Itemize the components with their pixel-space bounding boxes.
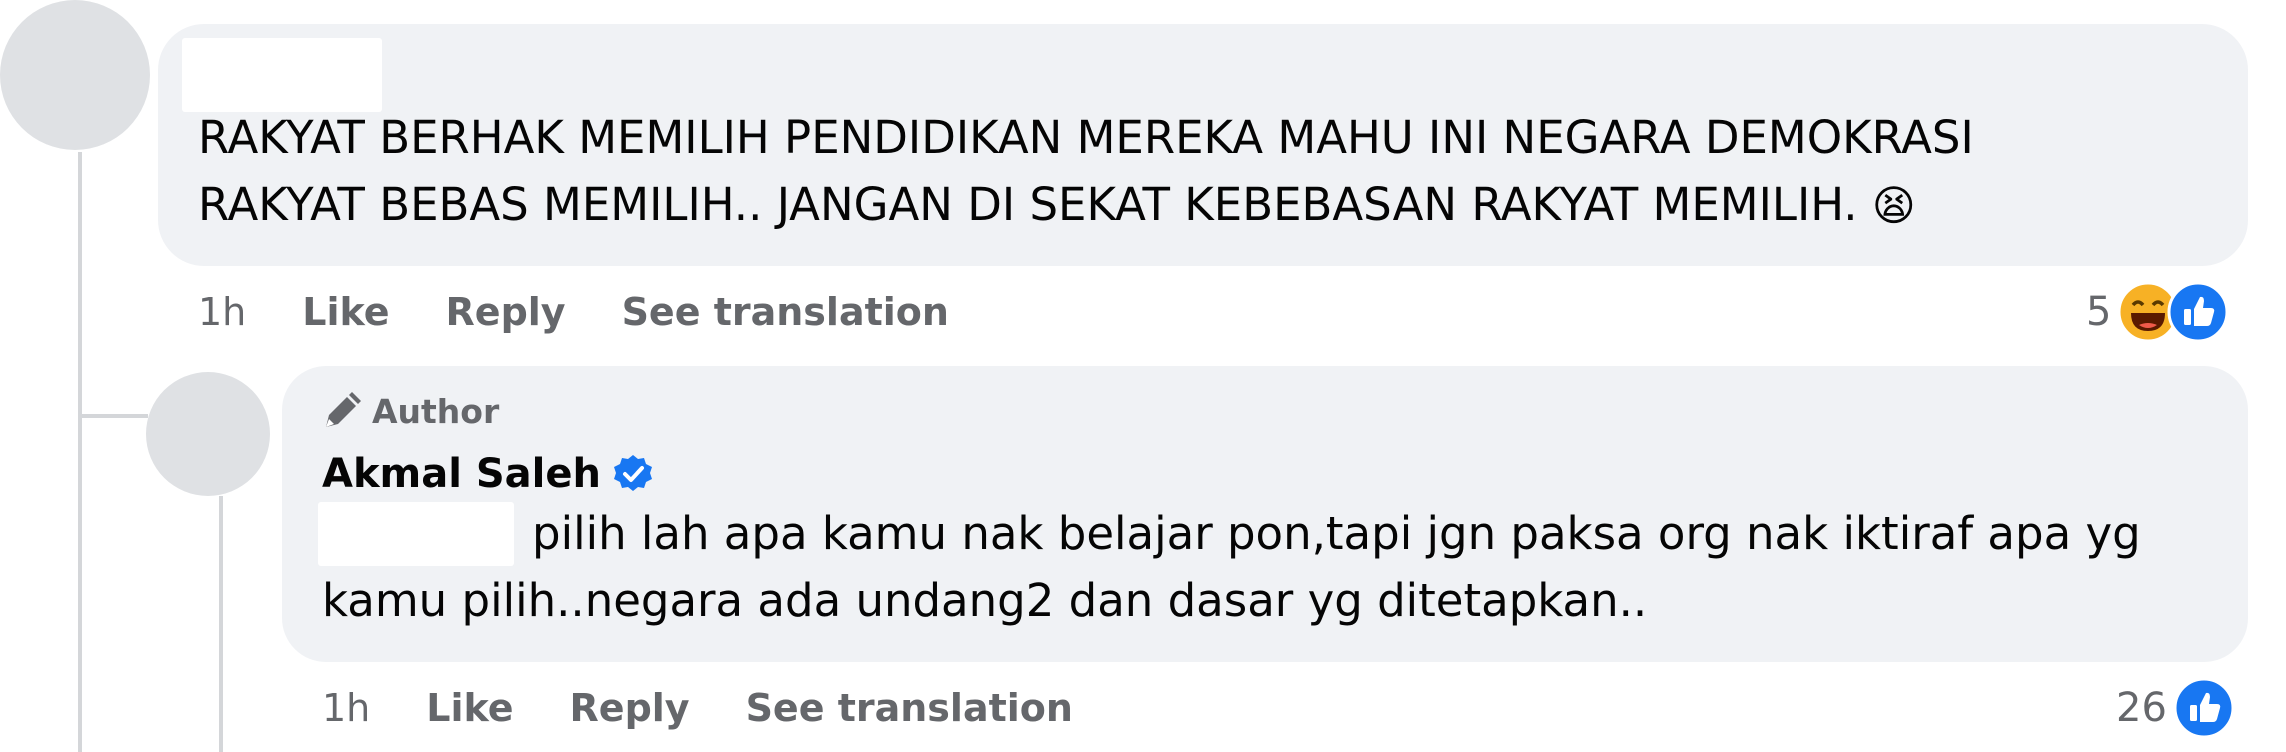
comment-actions: 1h Like Reply See translation (198, 286, 1005, 338)
redacted-name (182, 38, 382, 112)
reply-text-line: pilih lah apa kamu nak belajar pon,tapi … (322, 500, 2141, 567)
reply-actions: 1h Like Reply See translation (322, 682, 1129, 734)
author-name[interactable]: Akmal Saleh (322, 446, 653, 502)
reply-avatar[interactable] (146, 372, 270, 496)
comment-text-line-2: RAKYAT BEBAS MEMILIH.. JANGAN DI SEKAT K… (198, 178, 1858, 231)
reply-text-line: kamu pilih..negara ada undang2 dan dasar… (322, 574, 1648, 627)
reply-bubble: Author Akmal Saleh pilih lah apa kamu na… (282, 366, 2248, 662)
reaction-summary[interactable]: 5 (2086, 280, 2229, 344)
comment-text-line: RAKYAT BERHAK MEMILIH PENDIDIKAN MEREKA … (198, 111, 1974, 164)
comment-bubble: RAKYAT BERHAK MEMILIH PENDIDIKAN MEREKA … (158, 24, 2248, 266)
see-translation-link[interactable]: See translation (746, 686, 1073, 730)
avatar[interactable] (0, 0, 150, 150)
thread-line-reply (219, 496, 223, 752)
reply-button[interactable]: Reply (570, 686, 690, 730)
thread-line-branch (78, 414, 148, 418)
thread-line (78, 152, 82, 752)
like-icon (2173, 677, 2235, 739)
tired-face-emoji: 😫 (1871, 181, 1916, 230)
like-button[interactable]: Like (426, 686, 513, 730)
author-badge: Author (322, 388, 499, 434)
reaction-count: 26 (2116, 685, 2167, 731)
reply-reaction-summary[interactable]: 26 (2116, 676, 2235, 740)
like-icon (2167, 281, 2229, 343)
author-name-text[interactable]: Akmal Saleh (322, 451, 601, 497)
see-translation-link[interactable]: See translation (622, 290, 949, 334)
pencil-icon (322, 391, 362, 431)
verified-badge-icon (613, 454, 653, 494)
timestamp[interactable]: 1h (322, 686, 370, 730)
reply-text-line-1: pilih lah apa kamu nak belajar pon,tapi … (532, 507, 2141, 560)
comment-text-line: RAKYAT BEBAS MEMILIH.. JANGAN DI SEKAT K… (198, 171, 1974, 239)
author-badge-label: Author (372, 391, 500, 431)
like-button[interactable]: Like (302, 290, 389, 334)
reply-text: pilih lah apa kamu nak belajar pon,tapi … (322, 500, 2141, 634)
reaction-count: 5 (2086, 289, 2112, 335)
comment-text: RAKYAT BERHAK MEMILIH PENDIDIKAN MEREKA … (198, 104, 1974, 239)
reply-button[interactable]: Reply (446, 290, 566, 334)
timestamp[interactable]: 1h (198, 290, 246, 334)
